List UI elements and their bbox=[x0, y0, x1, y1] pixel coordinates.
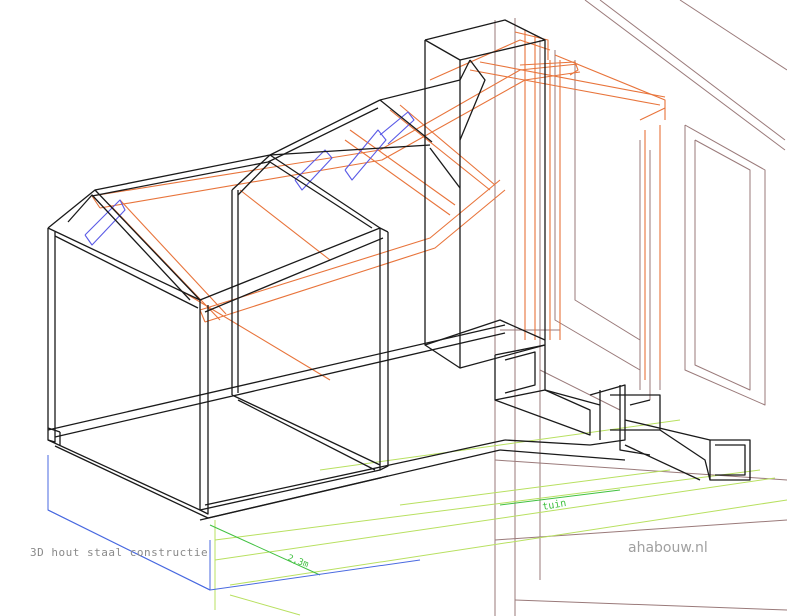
dimension-label: 2,3m bbox=[286, 553, 310, 570]
watermark-text: ahabouw.nl bbox=[628, 540, 708, 556]
garden-label: tuin bbox=[542, 498, 568, 513]
cad-drawing-stage: tuin 2,3m 3D hout staal constructie ahab… bbox=[0, 0, 787, 616]
foundation-outline bbox=[47, 455, 421, 591]
steel-posts bbox=[84, 111, 415, 246]
ground-lines bbox=[214, 419, 787, 616]
timber-rafters bbox=[91, 30, 666, 381]
3d-wireframe-drawing: tuin 2,3m bbox=[47, 0, 787, 616]
drawing-caption: 3D hout staal constructie bbox=[30, 546, 209, 559]
